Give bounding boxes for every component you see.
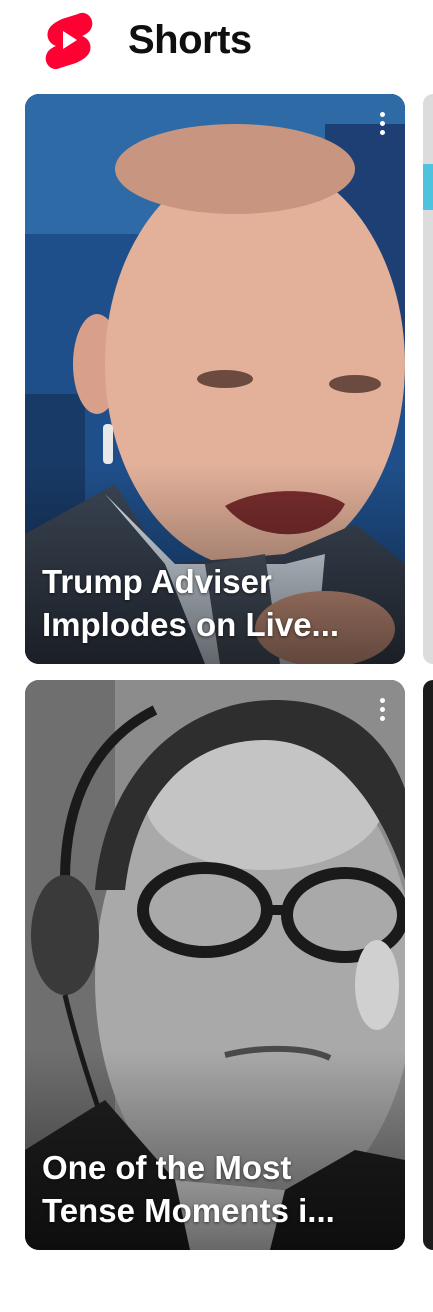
youtube-shorts-logo-icon: [45, 12, 93, 70]
more-vertical-icon: [379, 698, 385, 703]
short-card[interactable]: One of the Most Tense Moments i...: [25, 680, 405, 1250]
more-options-button[interactable]: [373, 698, 391, 728]
short-title[interactable]: Trump Adviser Implodes on Live...: [42, 560, 392, 646]
short-title[interactable]: One of the Most Tense Moments i...: [42, 1146, 392, 1232]
more-vertical-icon: [379, 112, 385, 117]
shelf-header: Shorts: [0, 0, 433, 90]
next-short-card-peek[interactable]: [423, 94, 433, 664]
next-short-card-peek[interactable]: [423, 680, 433, 1250]
more-options-button[interactable]: [373, 112, 391, 142]
short-card[interactable]: Trump Adviser Implodes on Live...: [25, 94, 405, 664]
shelf-title: Shorts: [128, 18, 252, 62]
